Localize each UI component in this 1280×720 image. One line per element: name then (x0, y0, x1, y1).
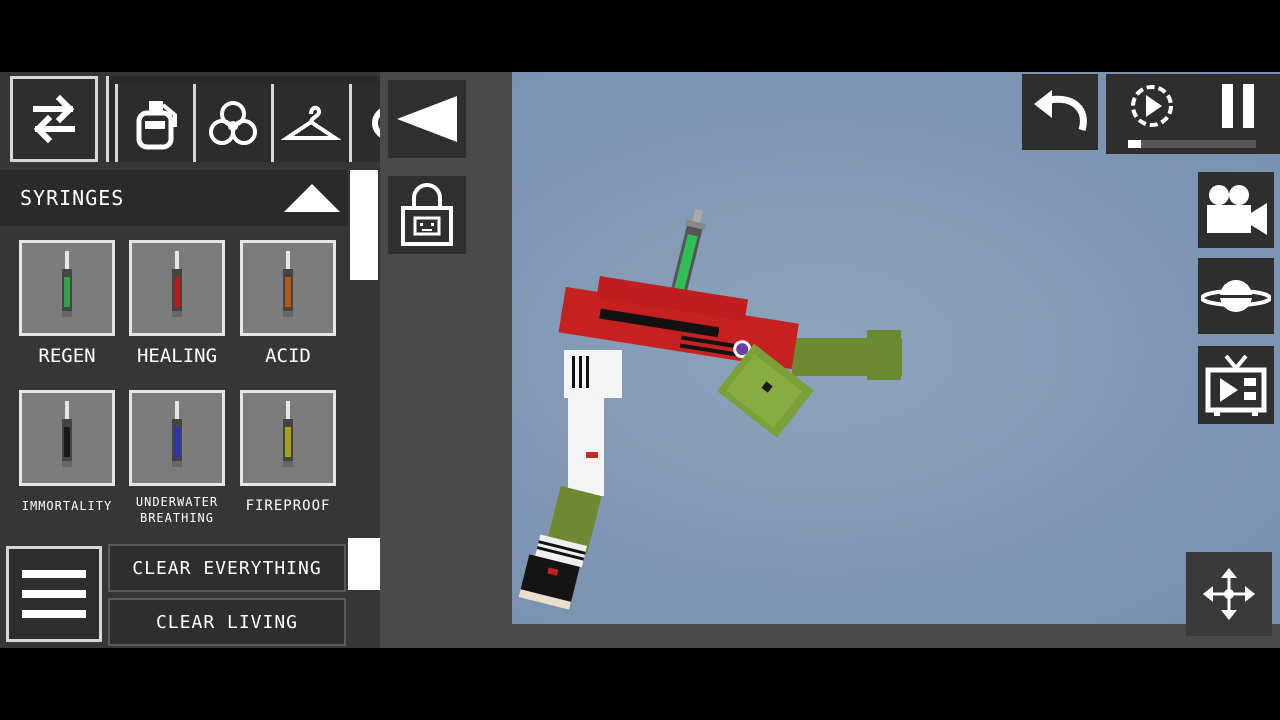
tv-icon (1205, 354, 1267, 416)
syringe-thumbnail (19, 390, 115, 486)
item-acid[interactable]: ACID (233, 240, 343, 367)
syringe-icon (172, 401, 182, 467)
syringe-icon (62, 251, 72, 317)
syringe-icon (283, 401, 293, 467)
liquid (64, 277, 70, 307)
item-fireproof[interactable]: FIREPROOF (233, 390, 343, 514)
clothes-hanger-icon (280, 105, 341, 140)
grenade-icon (136, 101, 177, 150)
item-immortality[interactable]: IMMORTALITY (12, 390, 122, 514)
liquid (285, 427, 291, 457)
syringe-thumbnail (240, 240, 336, 336)
syringe-thumbnail (129, 390, 225, 486)
tab-explosives[interactable] (115, 84, 191, 162)
tab-machinery[interactable] (349, 84, 380, 162)
hamburger-menu-icon (22, 570, 86, 618)
undo-icon (1034, 90, 1087, 132)
liquid (174, 427, 180, 457)
item-healing[interactable]: HEALING (122, 240, 232, 367)
liquid (64, 427, 70, 457)
tab-clothing[interactable] (271, 84, 347, 162)
liquid (285, 277, 291, 307)
tv-button[interactable] (1198, 346, 1274, 424)
hide-panel-button[interactable] (388, 80, 466, 158)
gear-icon (371, 108, 380, 138)
spawn-menu-panel: SYRINGES REGEN HEALING ACID IMMORTALITY … (0, 72, 380, 648)
item-label: UNDERWATER BREATHING (135, 495, 219, 525)
undo-button[interactable] (1022, 74, 1098, 150)
biohazard-icon (208, 101, 257, 145)
syringe-thumbnail (19, 240, 115, 336)
pause-button[interactable] (1210, 78, 1266, 134)
planet-icon (1201, 280, 1271, 312)
environment-button[interactable] (1198, 258, 1274, 334)
move-tool-button[interactable] (1186, 552, 1272, 636)
game-viewport[interactable] (512, 72, 1280, 624)
liquid (174, 277, 180, 307)
scrollbar-thumb[interactable] (350, 170, 378, 280)
slow-motion-bar[interactable] (1128, 140, 1256, 148)
swap-panel-button[interactable] (10, 76, 98, 162)
slow-motion-button[interactable] (1122, 78, 1182, 134)
tool-column (380, 72, 512, 648)
item-label: HEALING (136, 345, 218, 367)
panel-edge (348, 538, 380, 590)
category-title: SYRINGES (20, 186, 125, 210)
slow-motion-level (1128, 140, 1141, 148)
swap-arrows-icon (33, 94, 75, 144)
item-label: IMMORTALITY (21, 499, 113, 513)
category-tabs (106, 76, 380, 162)
pause-icon (1222, 84, 1254, 128)
collapse-up-icon[interactable] (282, 180, 342, 216)
ragdoll-character[interactable] (512, 72, 1280, 624)
tab-biohazard[interactable] (193, 84, 269, 162)
ground (512, 624, 1280, 648)
camera-icon (1207, 185, 1267, 235)
main-menu-button[interactable] (6, 546, 102, 642)
syringe-icon (283, 251, 293, 317)
injected-syringe[interactable] (668, 208, 709, 298)
item-label: FIREPROOF (245, 498, 331, 514)
item-underwater-breathing[interactable]: UNDERWATER BREATHING (122, 390, 232, 526)
category-header[interactable]: SYRINGES (0, 170, 348, 226)
syringe-icon (62, 401, 72, 467)
padlock-icon (401, 183, 453, 246)
item-label: ACID (265, 345, 311, 367)
game-screen: SYRINGES REGEN HEALING ACID IMMORTALITY … (0, 72, 1280, 648)
item-label: REGEN (38, 345, 96, 367)
syringe-icon (172, 251, 182, 317)
clear-living-button[interactable]: CLEAR LIVING (108, 598, 346, 646)
clear-everything-button[interactable]: CLEAR EVERYTHING (108, 544, 346, 592)
triangle-left-icon (397, 96, 457, 142)
spawn-lock-button[interactable] (388, 176, 466, 254)
syringe-thumbnail (240, 390, 336, 486)
syringe-thumbnail (129, 240, 225, 336)
slow-motion-icon (1131, 85, 1173, 127)
item-regen[interactable]: REGEN (12, 240, 122, 367)
move-arrows-icon (1203, 568, 1255, 620)
camera-button[interactable] (1198, 172, 1274, 248)
